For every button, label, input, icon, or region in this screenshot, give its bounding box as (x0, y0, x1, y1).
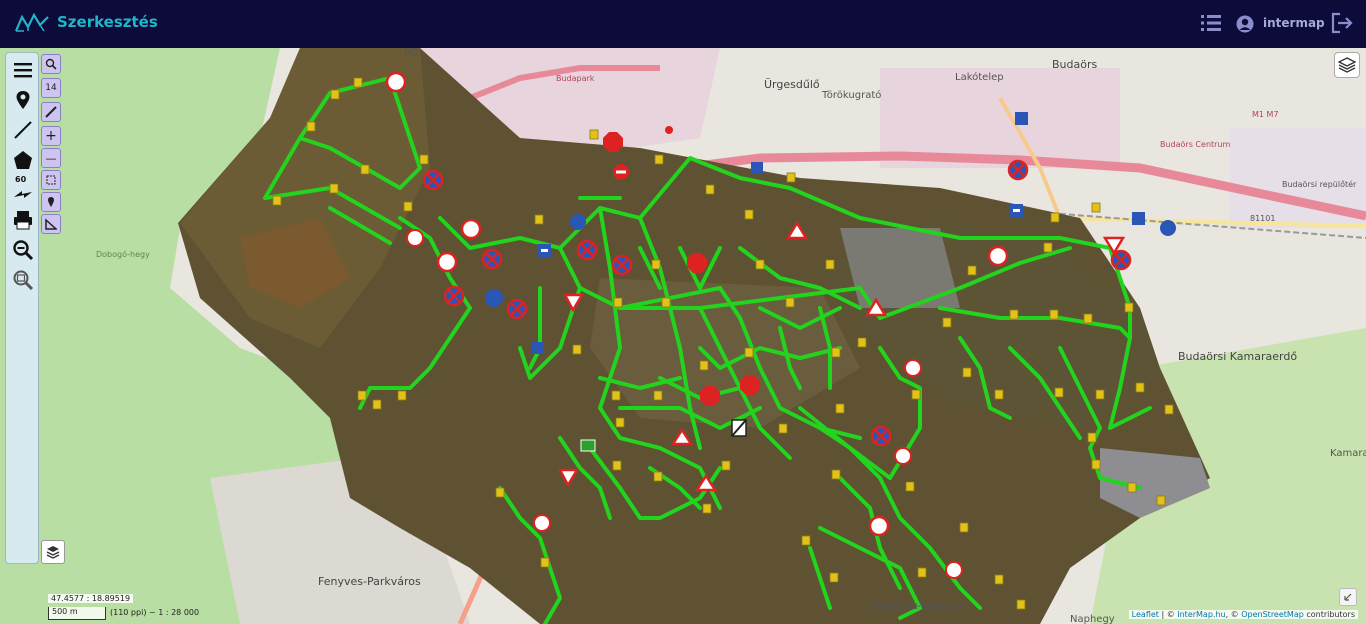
map-label-dobogo: Dobogó-hegy (96, 250, 150, 259)
scale-bar: 500 m (48, 607, 106, 620)
draw-polygon-button[interactable] (9, 147, 37, 173)
map-label-budapark: Budapark (556, 74, 595, 83)
zoom-in-button[interactable]: + (41, 126, 61, 146)
zoom-level: 14 (41, 78, 61, 98)
select-box-button[interactable] (41, 170, 61, 190)
map-pin-icon (16, 91, 30, 109)
search-button[interactable] (41, 54, 61, 74)
attribution-sep2: , © (1225, 610, 1242, 619)
printer-icon (14, 211, 32, 230)
list-icon[interactable] (1200, 13, 1222, 33)
zoom-out-button[interactable] (9, 237, 37, 263)
attribution-tail: contributors (1303, 610, 1355, 619)
road-arrow-icon (14, 191, 32, 198)
attribution-sep1: | © (1158, 610, 1178, 619)
leaflet-link[interactable]: Leaflet (1132, 610, 1159, 619)
map-canvas[interactable]: Budaörs Ürgesdűlő Lakótelep Törökugrató … (0, 48, 1366, 624)
map-label-urgesdulo: Ürgesdűlő (764, 78, 820, 91)
collapse-button[interactable] (1339, 588, 1357, 606)
osm-link[interactable]: OpenStreetMap (1241, 610, 1304, 619)
map-label-budaors: Budaörs (1052, 58, 1098, 71)
layers-toggle-button[interactable] (41, 540, 65, 564)
user-name[interactable]: intermap (1263, 16, 1325, 30)
zoom-out-small-button[interactable]: — (41, 148, 61, 168)
zoom-extent-button[interactable] (9, 267, 37, 293)
location-pin-icon (48, 197, 54, 207)
map-base (0, 48, 1366, 624)
map-label-kamara: Kamara (1330, 448, 1366, 459)
measure-button[interactable] (41, 102, 61, 122)
zoom-out-icon (13, 240, 34, 261)
polygon-icon (14, 151, 32, 169)
angle-icon (45, 218, 57, 230)
map-label-centrum: Budaörs Centrum (1160, 140, 1231, 149)
line-icon (14, 121, 32, 139)
layers-icon (1338, 57, 1356, 73)
hamburger-icon (14, 63, 32, 78)
expand-corner-icon (1344, 593, 1352, 601)
map-label-m0: M0 (404, 48, 418, 58)
logout-icon[interactable] (1330, 12, 1354, 34)
select-box-icon (46, 175, 56, 185)
cursor-coordinates: 47.4577 : 18.89519 (48, 594, 134, 603)
layers-icon (46, 546, 60, 559)
map-label-arpadhaz: Árpádház-lakópark (870, 601, 964, 612)
app-title: Szerkesztés (57, 13, 158, 31)
intermap-link[interactable]: InterMap.hu (1177, 610, 1225, 619)
menu-button[interactable] (9, 57, 37, 83)
speed-sign-button[interactable]: 60 (9, 175, 37, 203)
print-button[interactable] (9, 207, 37, 233)
map-logo-icon[interactable] (14, 11, 50, 35)
search-icon (45, 58, 57, 70)
app-header: Szerkesztés intermap (0, 0, 1366, 48)
user-icon[interactable] (1236, 15, 1254, 33)
layers-button[interactable] (1334, 52, 1360, 78)
locate-button[interactable] (41, 192, 61, 212)
map-label-81101: 81101 (1250, 214, 1276, 223)
scale-ratio: (110 ppi) ~ 1 : 28 000 (110, 608, 200, 617)
map-label-repuloter: Budaörsi repülőtér (1282, 180, 1357, 189)
map-label-naphegy: Naphegy (1070, 614, 1115, 624)
map-label-torokugrato: Törökugrató (822, 90, 882, 101)
map-label-kamaraerdo: Budaörsi Kamaraerdő (1178, 350, 1298, 363)
map-label-lakotelep: Lakótelep (955, 72, 1004, 83)
map-label-m1m7: M1 M7 (1252, 110, 1279, 119)
map-label-fenyves: Fenyves-Parkváros (318, 575, 421, 588)
speed-label: 60 (15, 175, 27, 184)
draw-line-button[interactable] (9, 117, 37, 143)
ruler-icon (45, 106, 57, 118)
tool-panel: 60 (5, 52, 39, 564)
map-attribution: Leaflet | © InterMap.hu, © OpenStreetMap… (1128, 610, 1358, 619)
add-point-button[interactable] (9, 87, 37, 113)
zoom-extent-icon (13, 270, 34, 291)
angle-button[interactable] (41, 214, 61, 234)
